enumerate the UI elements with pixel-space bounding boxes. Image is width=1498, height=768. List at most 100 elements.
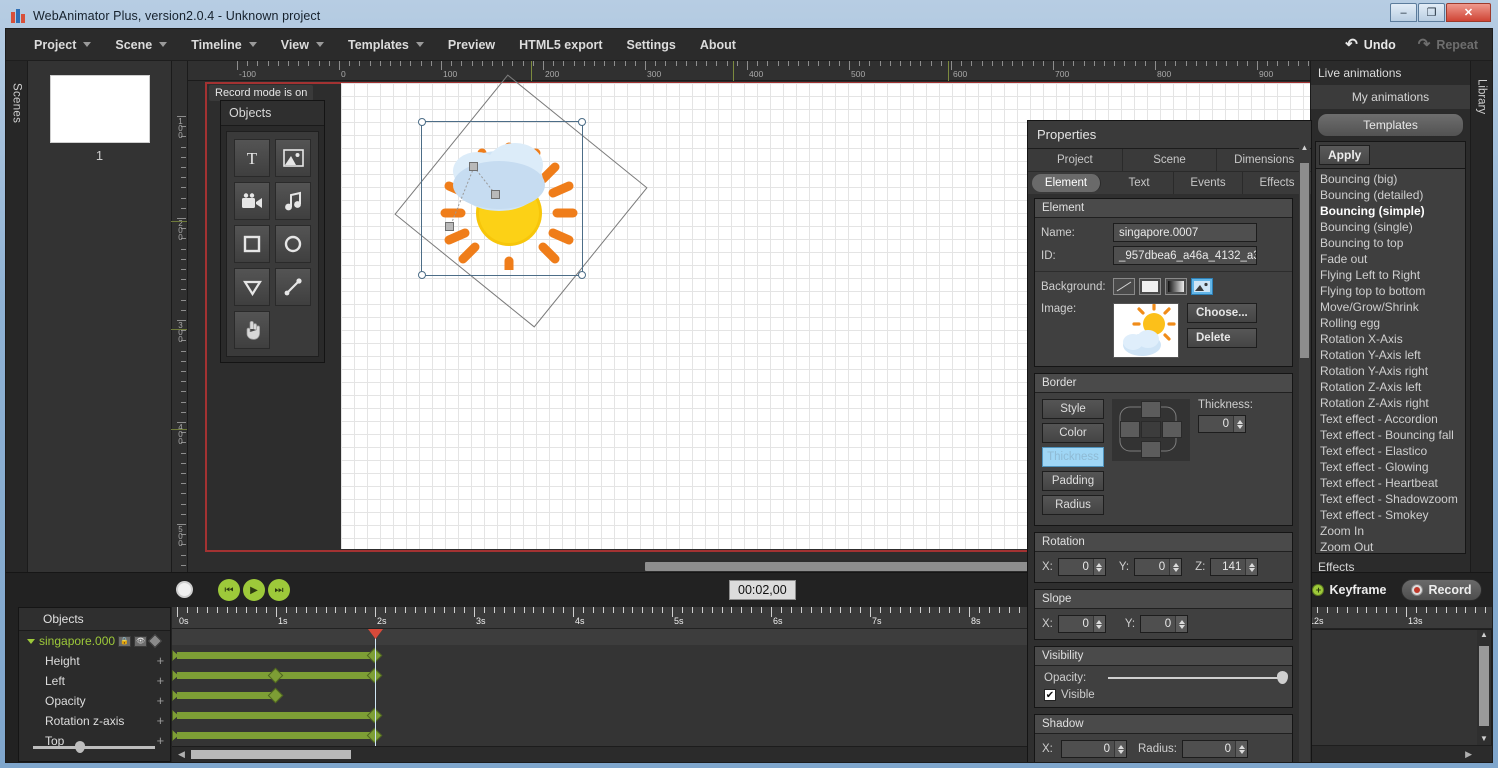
rotation-x-stepper[interactable]: 0	[1057, 558, 1106, 576]
menu-view[interactable]: View	[269, 29, 336, 61]
properties-scrollbar[interactable]: ▲	[1299, 143, 1310, 762]
background-gradient-button[interactable]	[1165, 278, 1187, 295]
play-button[interactable]: ▶	[243, 579, 265, 601]
template-list-item[interactable]: Bouncing (detailed)	[1320, 187, 1465, 203]
border-radius-button[interactable]: Radius	[1042, 495, 1104, 515]
border-bottom-cell[interactable]	[1141, 441, 1161, 458]
template-list-item[interactable]: Text effect - Bouncing fall	[1320, 427, 1465, 443]
hand-tool-button[interactable]	[234, 311, 270, 349]
template-list-item[interactable]: Bouncing to top	[1320, 235, 1465, 251]
timeline-track-name-row[interactable]: Opacity +	[19, 691, 170, 711]
background-image-button[interactable]	[1191, 278, 1213, 295]
border-style-button[interactable]: Style	[1042, 399, 1104, 419]
tab-project[interactable]: Project	[1028, 149, 1123, 171]
rotation-y-value[interactable]: 0	[1135, 559, 1169, 575]
image-tool-button[interactable]	[275, 139, 311, 177]
scene-thumbnail-1[interactable]	[49, 75, 150, 143]
add-keyframe-icon[interactable]: +	[156, 734, 164, 747]
close-button[interactable]: ✕	[1446, 3, 1491, 22]
border-right-cell[interactable]	[1162, 421, 1182, 438]
shadow-x-stepper[interactable]: 0	[1061, 740, 1127, 758]
anchor-handle-lower[interactable]	[445, 222, 454, 231]
border-side-selector[interactable]	[1112, 399, 1190, 461]
add-keyframe-icon[interactable]: +	[156, 714, 164, 727]
rotation-z-stepper[interactable]: 141	[1210, 558, 1259, 576]
stopwatch-icon[interactable]	[176, 581, 193, 598]
template-list-item[interactable]: Fade out	[1320, 251, 1465, 267]
template-list-item[interactable]: Rotation Y-Axis left	[1320, 347, 1465, 363]
video-tool-button[interactable]	[234, 182, 270, 220]
triangle-tool-button[interactable]	[234, 268, 270, 306]
add-keyframe-icon[interactable]: +	[156, 674, 164, 687]
maximize-button[interactable]: ❐	[1418, 3, 1445, 22]
template-list-item[interactable]: Bouncing (simple)	[1320, 203, 1465, 219]
scroll-down-arrow-icon[interactable]: ▼	[1480, 734, 1488, 743]
template-list-item[interactable]: Rotation Z-Axis right	[1320, 395, 1465, 411]
tab-dimensions[interactable]: Dimensions	[1217, 149, 1311, 171]
opacity-slider[interactable]	[1108, 671, 1288, 684]
timeline-right-footer[interactable]: ▶	[1293, 746, 1492, 762]
menu-scene[interactable]: Scene	[103, 29, 179, 61]
border-thickness-button[interactable]: Thickness	[1042, 447, 1104, 467]
timeline-animation-bar[interactable]	[177, 732, 375, 739]
menu-about[interactable]: About	[688, 29, 748, 61]
template-list-item[interactable]: Bouncing (big)	[1320, 171, 1465, 187]
template-list-item[interactable]: Zoom In	[1320, 523, 1465, 539]
timeline-right-scroll-thumb[interactable]	[1479, 646, 1489, 726]
timeline-track-name-row[interactable]: Rotation z-axis +	[19, 711, 170, 731]
template-list-item[interactable]: Flying top to bottom	[1320, 283, 1465, 299]
template-list-item[interactable]: Bouncing (single)	[1320, 219, 1465, 235]
template-list-item[interactable]: Text effect - Glowing	[1320, 459, 1465, 475]
name-input[interactable]: singapore.0007	[1113, 223, 1257, 242]
templates-tab[interactable]: Templates	[1317, 113, 1464, 137]
template-list-item[interactable]: Move/Grow/Shrink	[1320, 299, 1465, 315]
template-list-item[interactable]: Text effect - Heartbeat	[1320, 475, 1465, 491]
timeline-object-row[interactable]: singapore.000 🔒 👁	[19, 631, 170, 651]
thickness-stepper[interactable]: 0	[1198, 415, 1246, 433]
menu-project[interactable]: Project	[22, 29, 103, 61]
timeline-animation-bar[interactable]	[177, 712, 375, 719]
menu-html5-export[interactable]: HTML5 export	[507, 29, 614, 61]
slope-y-stepper[interactable]: 0	[1140, 615, 1189, 633]
menu-settings[interactable]: Settings	[615, 29, 688, 61]
border-top-cell[interactable]	[1141, 401, 1161, 418]
scenes-rail[interactable]: Scenes	[6, 61, 28, 573]
diamond-icon[interactable]	[147, 633, 163, 649]
apply-button[interactable]: Apply	[1319, 145, 1371, 165]
record-button[interactable]: Record	[1401, 579, 1482, 601]
minimize-button[interactable]: –	[1390, 3, 1417, 22]
timeline-zoom-knob[interactable]	[75, 741, 85, 753]
lock-icon[interactable]: 🔒	[118, 635, 132, 647]
slope-x-value[interactable]: 0	[1059, 616, 1093, 632]
properties-scroll-thumb[interactable]	[1300, 163, 1309, 358]
rotation-z-value[interactable]: 141	[1211, 559, 1245, 575]
templates-list[interactable]: Bouncing (big) Bouncing (detailed) Bouncin…	[1315, 169, 1466, 554]
timeline-keyframe[interactable]	[267, 687, 284, 704]
background-solid-button[interactable]	[1139, 278, 1161, 295]
template-list-item[interactable]: Text effect - Elastico	[1320, 443, 1465, 459]
text-tool-button[interactable]: T	[234, 139, 270, 177]
scroll-left-arrow-icon[interactable]: ◀	[178, 749, 185, 760]
add-keyframe-icon[interactable]: +	[156, 654, 164, 667]
anchor-handle-mid[interactable]	[491, 190, 500, 199]
repeat-button[interactable]: ↷ Repeat	[1418, 37, 1478, 52]
visible-checkbox[interactable]: ✔	[1044, 689, 1056, 701]
scroll-up-arrow-icon[interactable]: ▲	[1477, 630, 1491, 639]
menu-timeline[interactable]: Timeline	[179, 29, 268, 61]
tab-text[interactable]: Text	[1105, 172, 1174, 194]
menu-templates[interactable]: Templates	[336, 29, 436, 61]
template-list-item[interactable]: Rotation Z-Axis left	[1320, 379, 1465, 395]
tab-element[interactable]: Element	[1032, 174, 1101, 192]
id-input[interactable]: _957dbea6_a46a_4132_a30	[1113, 246, 1257, 265]
timeline-scroll-thumb[interactable]	[190, 750, 351, 759]
border-padding-button[interactable]: Padding	[1042, 471, 1104, 491]
tab-events[interactable]: Events	[1174, 172, 1243, 194]
template-list-item[interactable]: Rotation X-Axis	[1320, 331, 1465, 347]
template-list-item[interactable]: Text effect - Smokey	[1320, 507, 1465, 523]
choose-image-button[interactable]: Choose...	[1187, 303, 1257, 323]
expand-triangle-icon[interactable]	[27, 638, 35, 644]
border-left-cell[interactable]	[1120, 421, 1140, 438]
rectangle-tool-button[interactable]	[234, 225, 270, 263]
thickness-value[interactable]: 0	[1199, 416, 1233, 432]
image-thumbnail[interactable]	[1113, 303, 1179, 358]
